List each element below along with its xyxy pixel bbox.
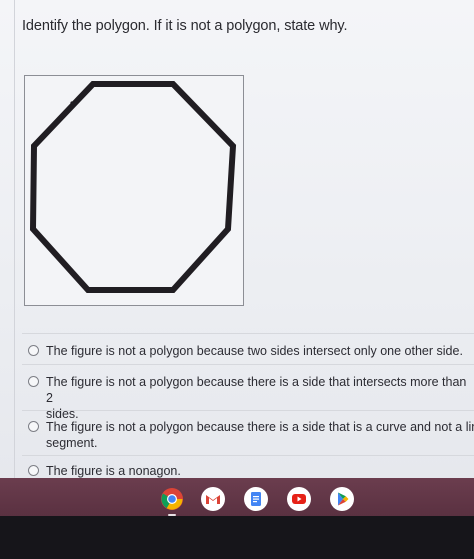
youtube-icon[interactable] [287,487,311,511]
docs-icon[interactable] [244,487,268,511]
radio-button-3[interactable] [28,421,39,432]
radio-button-1[interactable] [28,345,39,356]
option-divider [22,455,474,456]
answer-option-4[interactable]: The figure is a nonagon. [22,463,474,478]
content-divider [14,0,15,478]
radio-button-4[interactable] [28,465,39,476]
play-store-icon[interactable] [330,487,354,511]
answer-option-1[interactable]: The figure is not a polygon because two … [22,343,474,359]
options-divider [22,333,474,334]
gmail-icon[interactable] [201,487,225,511]
question-text: Identify the polygon. If it is not a pol… [22,18,348,34]
answer-option-3[interactable]: The figure is not a polygon because ther… [22,419,474,451]
quiz-screen: Identify the polygon. If it is not a pol… [0,0,474,478]
chrome-icon[interactable] [160,487,184,511]
radio-button-2[interactable] [28,376,39,387]
os-shelf [0,478,474,516]
option-1-text: The figure is not a polygon because two … [46,344,463,358]
screen-bezel [0,516,474,559]
option-3-text-line-2: segment. [46,436,98,450]
octagon-figure [29,81,237,293]
octagon-shape [29,81,237,293]
figure-dot [70,101,74,105]
option-divider [22,364,474,365]
option-divider [22,410,474,411]
option-2-text-line-1: The figure is not a polygon because ther… [46,375,467,405]
option-4-text: The figure is a nonagon. [46,464,181,478]
answer-option-2[interactable]: The figure is not a polygon because ther… [22,374,474,422]
figure-frame [24,75,244,306]
option-3-text-line-1: The figure is not a polygon because ther… [46,420,474,434]
